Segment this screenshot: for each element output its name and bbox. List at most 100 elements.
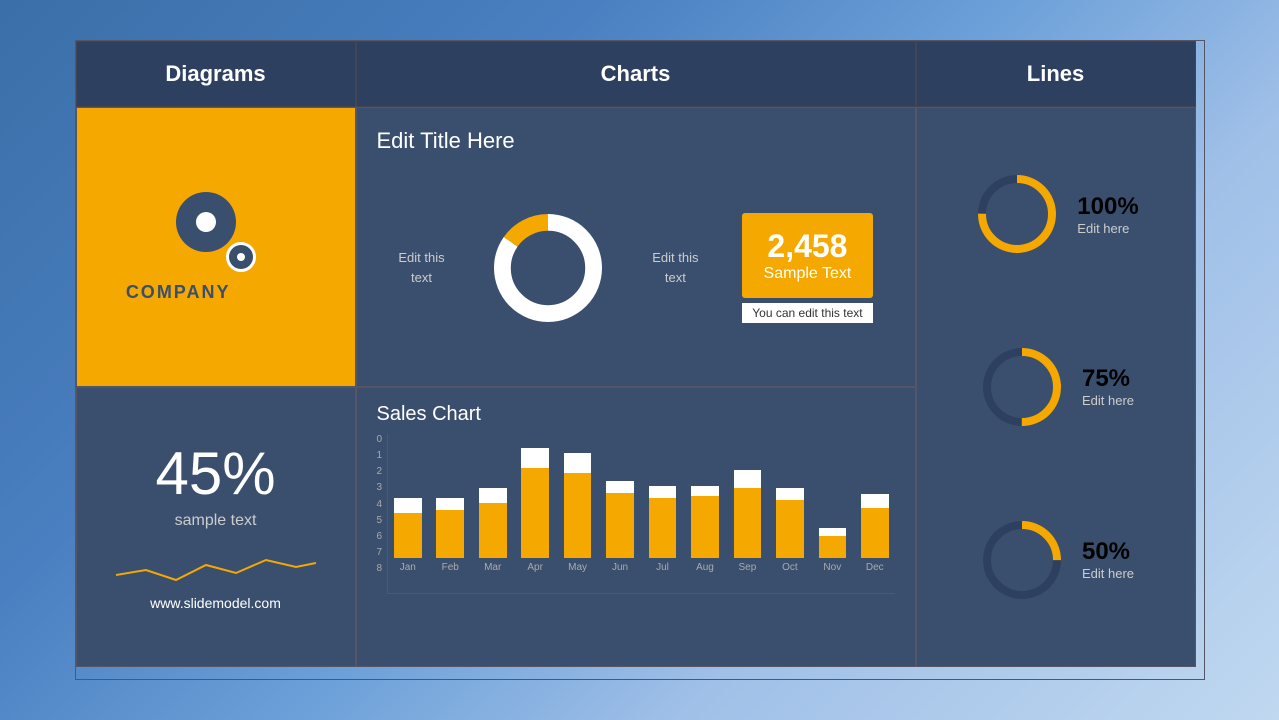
- bar-dec: Dec: [855, 434, 894, 573]
- y-axis: 8 7 6 5 4 3 2 1 0: [377, 434, 388, 574]
- donut-50-percent: 50%: [1082, 538, 1134, 566]
- dashboard: Diagrams Charts Lines COMPANY NAME Edit …: [75, 40, 1205, 680]
- donut-svg: [488, 208, 608, 328]
- bar-chart: 8 7 6 5 4 3 2 1 0 Jan: [377, 434, 895, 594]
- bar-apr: Apr: [515, 434, 554, 573]
- value-box: 2,458 Sample Text You can edit this text: [742, 213, 872, 323]
- bar-jun-stack: [606, 481, 634, 558]
- bar-dec-orange: [861, 508, 889, 558]
- bar-sep-stack: [734, 470, 762, 558]
- charts-bottom-cell: Sales Chart 8 7 6 5 4 3 2 1 0: [356, 387, 916, 667]
- edit-right-text: Edit thistext: [652, 248, 698, 287]
- bar-sep-orange: [734, 488, 762, 558]
- bar-jan: Jan: [388, 434, 427, 573]
- bar-may-white: [564, 453, 592, 473]
- bar-feb-orange: [436, 510, 464, 558]
- bar-aug: Aug: [685, 434, 724, 573]
- donut-50-labels: 50% Edit here: [1082, 538, 1134, 581]
- logo-pin: [226, 242, 256, 272]
- bar-jun: Jun: [600, 434, 639, 573]
- logo-pin-dot: [237, 253, 245, 261]
- bar-feb-stack: [436, 498, 464, 558]
- donut-50-svg: [977, 515, 1067, 605]
- sales-chart-title: Sales Chart: [377, 403, 895, 426]
- bar-may-stack: [564, 453, 592, 558]
- edit-left-text: Edit thistext: [398, 248, 444, 287]
- bar-jun-orange: [606, 493, 634, 558]
- stats-cell: 45% sample text www.slidemodel.com: [76, 387, 356, 667]
- header-lines-label: Lines: [1027, 61, 1084, 87]
- bar-jan-orange: [394, 513, 422, 558]
- donut-75-svg: [977, 342, 1067, 432]
- bar-aug-orange: [691, 496, 719, 558]
- donut-100-edit: Edit here: [1077, 221, 1138, 236]
- sparkline-svg: [116, 545, 316, 585]
- bar-jul-stack: [649, 486, 677, 558]
- bar-mar-orange: [479, 503, 507, 558]
- donut-100-svg: [972, 169, 1062, 259]
- donut-75-labels: 75% Edit here: [1082, 365, 1134, 408]
- company-name: COMPANY NAME: [126, 282, 305, 303]
- donut-75-percent: 75%: [1082, 365, 1134, 393]
- bars-container: Jan Feb Mar: [387, 434, 894, 594]
- logo-cell: COMPANY NAME: [76, 107, 356, 387]
- donut-75-edit: Edit here: [1082, 393, 1134, 408]
- website-url: www.slidemodel.com: [150, 595, 281, 611]
- header-charts: Charts: [356, 41, 916, 107]
- donut-75: 75% Edit here: [977, 342, 1134, 432]
- bar-jan-white: [394, 498, 422, 513]
- bar-nov-orange: [819, 536, 847, 558]
- bar-may-orange: [564, 473, 592, 558]
- bar-apr-white: [521, 448, 549, 468]
- company-word: COMPANY: [126, 282, 230, 302]
- header-lines: Lines: [916, 41, 1196, 107]
- chart-top-title: Edit Title Here: [377, 128, 895, 154]
- header-charts-label: Charts: [601, 61, 671, 87]
- bar-feb-white: [436, 498, 464, 510]
- bar-may: May: [558, 434, 597, 573]
- donut-chart: [488, 208, 608, 328]
- bar-nov-stack: [819, 528, 847, 558]
- bar-feb: Feb: [431, 434, 470, 573]
- bar-jul-white: [649, 486, 677, 498]
- other-cell: 100% Edit here 75% Edit here 50% Edit: [916, 107, 1196, 667]
- bar-nov: Nov: [813, 434, 852, 573]
- bar-jan-stack: [394, 498, 422, 558]
- bar-apr-stack: [521, 448, 549, 558]
- bar-oct-orange: [776, 500, 804, 558]
- bar-sep-white: [734, 470, 762, 488]
- value-number: 2,458: [762, 228, 852, 265]
- value-label: Sample Text: [762, 265, 852, 283]
- logo-circle: [176, 192, 236, 252]
- header-diagrams: Diagrams: [76, 41, 356, 107]
- header-diagrams-label: Diagrams: [165, 61, 265, 87]
- bar-jul: Jul: [643, 434, 682, 573]
- donut-50: 50% Edit here: [977, 515, 1134, 605]
- donut-100-percent: 100%: [1077, 193, 1138, 221]
- logo-icon: [176, 192, 256, 272]
- value-sub: You can edit this text: [742, 303, 872, 323]
- bar-dec-white: [861, 494, 889, 508]
- name-word: NAME: [244, 282, 305, 302]
- logo-inner-dot: [196, 212, 216, 232]
- donut-100: 100% Edit here: [972, 169, 1138, 259]
- bar-jun-white: [606, 481, 634, 493]
- bar-jul-orange: [649, 498, 677, 558]
- bar-mar-stack: [479, 488, 507, 558]
- percent-value: 45%: [155, 444, 275, 504]
- bar-aug-stack: [691, 486, 719, 558]
- sample-text: sample text: [175, 512, 257, 530]
- bar-mar: Mar: [473, 434, 512, 573]
- bar-oct-white: [776, 488, 804, 500]
- donut-section: Edit thistext Edit thistext 2,458: [377, 169, 895, 366]
- charts-top-cell: Edit Title Here Edit thistext Edit thist…: [356, 107, 916, 387]
- bar-dec-stack: [861, 494, 889, 558]
- donut-50-edit: Edit here: [1082, 566, 1134, 581]
- bar-nov-white: [819, 528, 847, 536]
- bar-sep: Sep: [728, 434, 767, 573]
- bar-oct-stack: [776, 488, 804, 558]
- bar-oct: Oct: [770, 434, 809, 573]
- bar-aug-white: [691, 486, 719, 496]
- donut-100-labels: 100% Edit here: [1077, 193, 1138, 236]
- bar-apr-orange: [521, 468, 549, 558]
